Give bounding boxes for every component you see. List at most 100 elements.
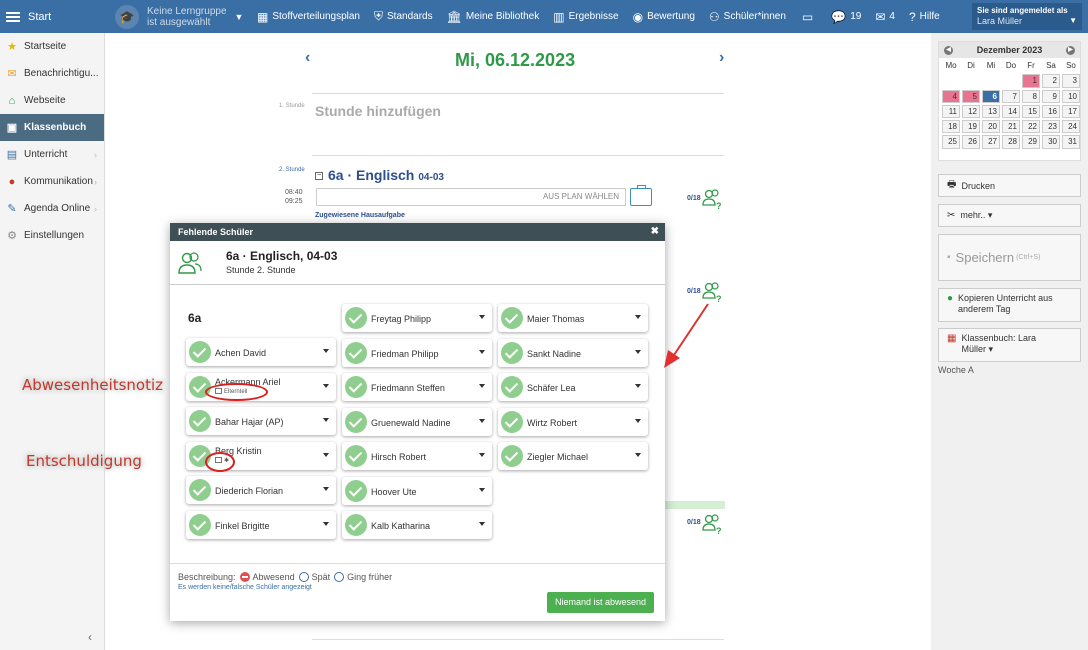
calendar-day[interactable]: 31 bbox=[1062, 135, 1080, 149]
caret-down-icon[interactable] bbox=[323, 521, 329, 526]
present-check-icon[interactable] bbox=[501, 376, 523, 398]
present-check-icon[interactable] bbox=[189, 341, 211, 363]
sidebar-item-startseite[interactable]: ★ Startseite bbox=[0, 33, 104, 60]
calendar-day[interactable]: 8 bbox=[1022, 89, 1040, 103]
student-row[interactable]: Maier Thomas bbox=[498, 304, 648, 332]
calendar-day[interactable]: 11 bbox=[942, 104, 960, 119]
caret-down-icon[interactable] bbox=[479, 487, 485, 492]
calendar-day[interactable]: 28 bbox=[1002, 135, 1020, 149]
collapse-toggle-icon[interactable]: − bbox=[315, 172, 323, 181]
lesson-2-title[interactable]: −6a · Englisch 04-03 bbox=[315, 167, 444, 183]
caret-down-icon[interactable] bbox=[323, 452, 329, 457]
present-check-icon[interactable] bbox=[501, 445, 523, 467]
sidebar-item-kommunikation[interactable]: ● Kommunikation › bbox=[0, 168, 104, 195]
nav-meine-bibliothek[interactable]: 🏛 Meine Bibliothek bbox=[447, 10, 540, 24]
calendar-day[interactable]: 24 bbox=[1062, 120, 1080, 134]
caret-down-icon[interactable] bbox=[479, 522, 485, 526]
nav-stoffverteilungsplan[interactable]: ▦ Stoffverteilungsplan bbox=[257, 10, 360, 24]
classbook-owner-button[interactable]: ▦ Klassenbuch: Lara Müller ▾ bbox=[938, 328, 1081, 362]
present-check-icon[interactable] bbox=[345, 376, 367, 398]
calendar-day[interactable]: 2 bbox=[1042, 74, 1060, 88]
calendar-day[interactable]: 30 bbox=[1042, 135, 1060, 149]
present-check-icon[interactable] bbox=[345, 479, 367, 502]
previous-day-button[interactable]: ‹ bbox=[305, 49, 310, 67]
caret-down-icon[interactable] bbox=[479, 349, 485, 354]
lerngruppe-selector[interactable]: 🎓 Keine Lerngruppe ist ausgewählt ▼ bbox=[105, 4, 245, 29]
mail-button[interactable]: ✉ 4 bbox=[875, 10, 895, 24]
caret-down-icon[interactable] bbox=[479, 384, 485, 388]
nav-bewertung[interactable]: ◉ Bewertung bbox=[633, 10, 695, 24]
caret-down-icon[interactable] bbox=[635, 384, 641, 388]
student-row[interactable]: Bahar Hajar (AP) bbox=[186, 407, 336, 435]
present-check-icon[interactable] bbox=[189, 513, 211, 536]
caret-down-icon[interactable] bbox=[323, 487, 329, 491]
close-icon[interactable]: ✖ bbox=[651, 226, 659, 237]
caret-down-icon[interactable] bbox=[635, 315, 641, 319]
caret-down-icon[interactable] bbox=[323, 383, 329, 388]
next-month-button[interactable]: ▶ bbox=[1065, 45, 1075, 55]
caret-down-icon[interactable] bbox=[479, 453, 485, 457]
calendar-day[interactable]: 26 bbox=[962, 135, 980, 149]
student-row[interactable]: Wirtz Robert bbox=[498, 407, 648, 436]
nobody-absent-button[interactable]: Niemand ist abwesend bbox=[547, 592, 654, 613]
previous-month-button[interactable]: ◀ bbox=[944, 45, 953, 55]
calendar-day[interactable]: 19 bbox=[962, 120, 980, 134]
briefcase-icon[interactable] bbox=[630, 185, 652, 206]
calendar-day[interactable]: 1 bbox=[1022, 74, 1040, 88]
nav-schueler[interactable]: ⚇ Schüler*innen bbox=[709, 10, 786, 24]
caret-down-icon[interactable] bbox=[479, 315, 485, 319]
student-row[interactable]: Achen David bbox=[186, 338, 336, 366]
nav-ergebnisse[interactable]: ▥ Ergebnisse bbox=[553, 10, 618, 24]
save-button[interactable]: ▪ Speichern (Ctrl+S) bbox=[938, 234, 1081, 281]
calendar-day[interactable]: 6 bbox=[982, 89, 1000, 103]
more-button[interactable]: ✂ mehr.. ▾ bbox=[938, 204, 1081, 227]
print-button[interactable]: 🖶 Drucken bbox=[938, 174, 1081, 197]
sidebar-item-unterricht[interactable]: ▤ Unterricht › bbox=[0, 141, 104, 168]
student-row[interactable]: Gruenewald Nadine bbox=[342, 407, 492, 436]
help-button[interactable]: ? Hilfe bbox=[909, 10, 940, 24]
caret-down-icon[interactable] bbox=[323, 418, 329, 422]
student-row[interactable]: Kalb Katharina bbox=[342, 511, 492, 539]
caret-down-icon[interactable] bbox=[635, 418, 641, 423]
caret-down-icon[interactable] bbox=[479, 418, 485, 423]
calendar-day[interactable]: 7 bbox=[1002, 89, 1020, 103]
student-row[interactable]: Hoover Ute bbox=[342, 476, 492, 505]
student-row[interactable]: Sankt Nadine bbox=[498, 338, 648, 367]
caret-down-icon[interactable] bbox=[635, 453, 641, 457]
student-row[interactable]: Ziegler Michael bbox=[498, 442, 648, 470]
plan-select-field[interactable]: AUS PLAN WÄHLEN bbox=[316, 188, 626, 206]
calendar-day[interactable]: 5 bbox=[962, 89, 980, 103]
present-check-icon[interactable] bbox=[345, 410, 367, 433]
present-check-icon[interactable] bbox=[189, 479, 211, 501]
calendar-day[interactable]: 22 bbox=[1022, 120, 1040, 134]
calendar-day[interactable]: 18 bbox=[942, 120, 960, 134]
calendar-day[interactable]: 15 bbox=[1022, 104, 1040, 119]
wrong-students-link[interactable]: Es werden keine/falsche Schüler angezeig… bbox=[178, 584, 312, 591]
calendar-day[interactable]: 10 bbox=[1062, 89, 1080, 103]
present-check-icon[interactable] bbox=[501, 307, 523, 329]
present-check-icon[interactable] bbox=[501, 410, 523, 433]
present-check-icon[interactable] bbox=[501, 341, 523, 364]
calendar-day[interactable]: 16 bbox=[1042, 104, 1060, 119]
attendance-people-icon[interactable]: ? bbox=[702, 513, 722, 535]
sidebar-item-einstellungen[interactable]: ⚙ Einstellungen bbox=[0, 222, 104, 249]
student-row[interactable]: Diederich Florian bbox=[186, 476, 336, 504]
student-row[interactable]: Hirsch Robert bbox=[342, 442, 492, 470]
student-row[interactable]: Friedmann Steffen bbox=[342, 373, 492, 401]
student-row[interactable]: Schäfer Lea bbox=[498, 373, 648, 401]
calendar-day[interactable]: 9 bbox=[1042, 89, 1060, 103]
nav-standards[interactable]: ⛨ Standards bbox=[374, 9, 433, 24]
messages-button[interactable]: 💬 19 bbox=[831, 10, 861, 24]
present-check-icon[interactable] bbox=[345, 514, 367, 536]
calendar-day[interactable]: 12 bbox=[962, 104, 980, 119]
calendar-day[interactable]: 17 bbox=[1062, 104, 1080, 119]
calendar-day[interactable]: 29 bbox=[1022, 135, 1040, 149]
calendar-day[interactable]: 3 bbox=[1062, 74, 1080, 88]
copy-lesson-button[interactable]: ● Kopieren Unterricht aus anderem Tag bbox=[938, 288, 1081, 322]
student-row[interactable]: Finkel Brigitte bbox=[186, 510, 336, 539]
student-row[interactable]: Friedman Philipp bbox=[342, 338, 492, 367]
calendar-day[interactable]: 4 bbox=[942, 89, 960, 103]
add-lesson-button[interactable]: Stunde hinzufügen bbox=[315, 103, 441, 119]
start-menu-button[interactable]: Start bbox=[0, 11, 105, 23]
present-check-icon[interactable] bbox=[345, 307, 367, 329]
